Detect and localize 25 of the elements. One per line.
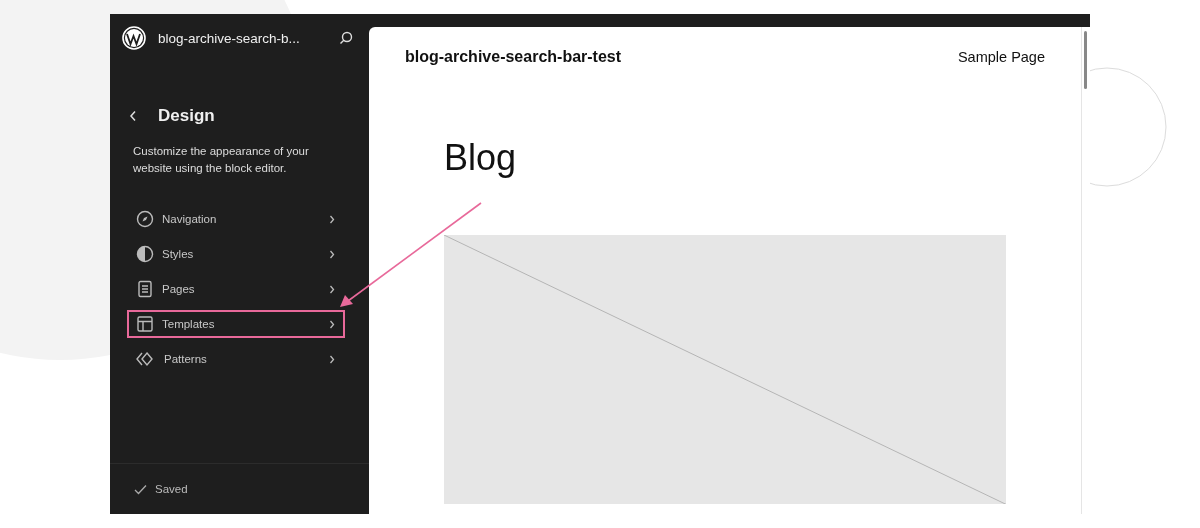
chevron-icon bbox=[329, 354, 335, 364]
menu-item[interactable]: Navigation bbox=[127, 205, 345, 233]
check-icon bbox=[134, 483, 147, 495]
preview-site-title[interactable]: blog-archive-search-bar-test bbox=[405, 48, 622, 66]
logo-icon[interactable] bbox=[122, 26, 146, 50]
contrast-icon bbox=[136, 245, 154, 263]
menu-item[interactable]: Styles bbox=[127, 240, 345, 268]
section-title: Design bbox=[158, 106, 215, 126]
menu-item[interactable]: Pages bbox=[127, 275, 345, 303]
section-description: Customize the appearance of your website using the block editor. bbox=[133, 144, 310, 176]
back-icon[interactable] bbox=[129, 110, 137, 122]
chevron-icon bbox=[329, 249, 335, 259]
page-icon bbox=[136, 280, 154, 298]
site-title[interactable]: blog-archive-search-b... bbox=[158, 30, 339, 46]
layout-icon bbox=[136, 315, 154, 333]
nav-link[interactable]: Sample Page bbox=[957, 49, 1045, 65]
chevron-icon bbox=[329, 284, 335, 294]
compass-icon bbox=[136, 210, 154, 228]
chevron-icon bbox=[329, 214, 335, 224]
menu-item[interactable]: Patterns bbox=[127, 345, 345, 373]
menu-item[interactable]: Templates bbox=[127, 310, 345, 338]
save-status: Saved bbox=[155, 483, 188, 495]
search-icon[interactable] bbox=[339, 31, 353, 45]
chevron-icon bbox=[329, 319, 335, 329]
page-heading: Blog bbox=[444, 137, 518, 179]
